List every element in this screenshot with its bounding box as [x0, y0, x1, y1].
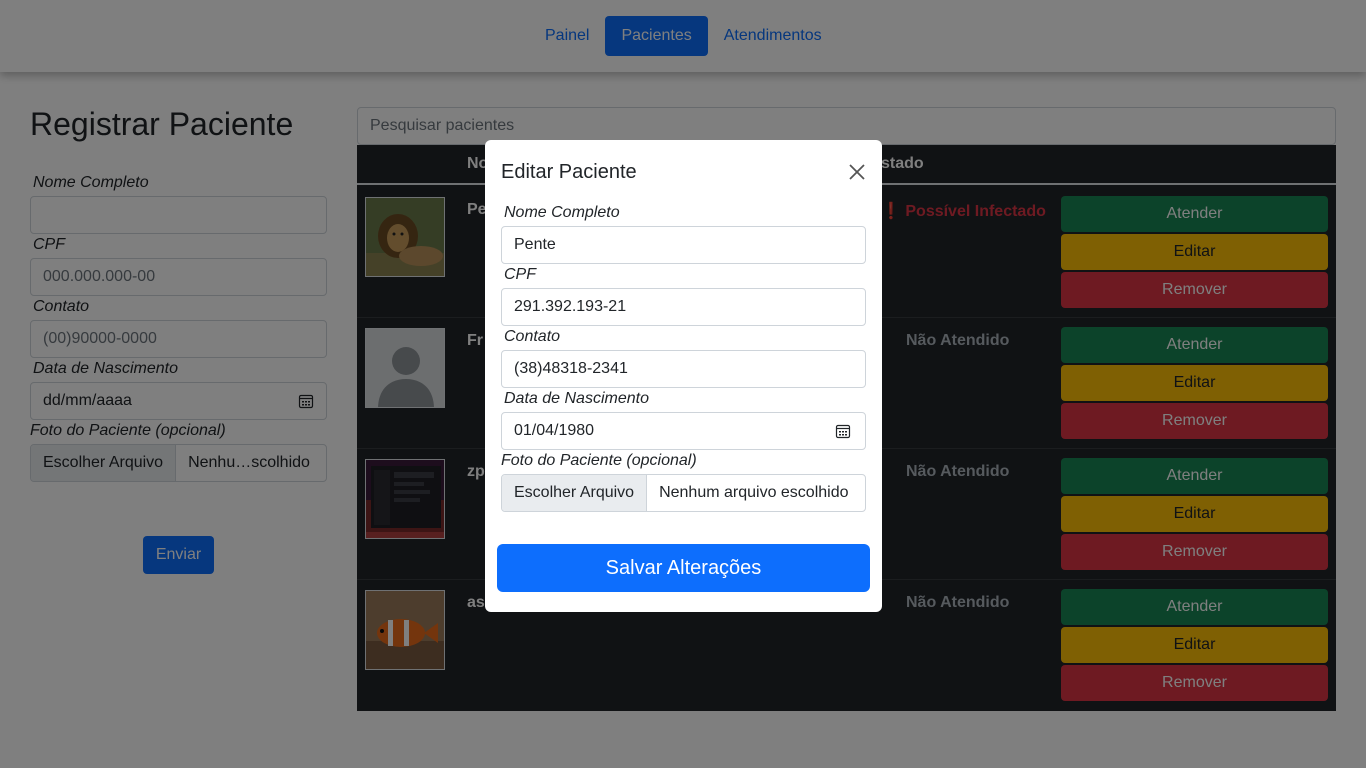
modal-title: Editar Paciente [501, 161, 637, 183]
save-changes-button[interactable]: Salvar Alterações [497, 544, 870, 592]
modal-name-label: Nome Completo [504, 204, 620, 221]
modal-birth-value: 01/04/1980 [514, 422, 595, 439]
calendar-icon[interactable] [835, 423, 851, 439]
modal-name-input[interactable]: Pente [501, 226, 866, 264]
modal-cpf-label: CPF [504, 266, 536, 283]
modal-photo-label: Foto do Paciente (opcional) [501, 452, 697, 469]
modal-birth-input[interactable]: 01/04/1980 [501, 412, 866, 450]
close-icon[interactable] [847, 162, 867, 182]
modal-cpf-input[interactable]: 291.392.193-21 [501, 288, 866, 326]
modal-contact-label: Contato [504, 328, 561, 345]
modal-birth-label: Data de Nascimento [504, 390, 649, 407]
modal-file-status: Nenhum arquivo escolhido [659, 484, 849, 501]
modal-contact-input[interactable]: (38)48318-2341 [501, 350, 866, 388]
modal-choose-file-button[interactable]: Escolher Arquivo [502, 475, 648, 511]
edit-patient-modal: Editar Paciente Nome Completo Pente CPF … [485, 140, 882, 612]
modal-photo-file-input[interactable]: Escolher Arquivo Nenhum arquivo escolhid… [501, 474, 866, 512]
